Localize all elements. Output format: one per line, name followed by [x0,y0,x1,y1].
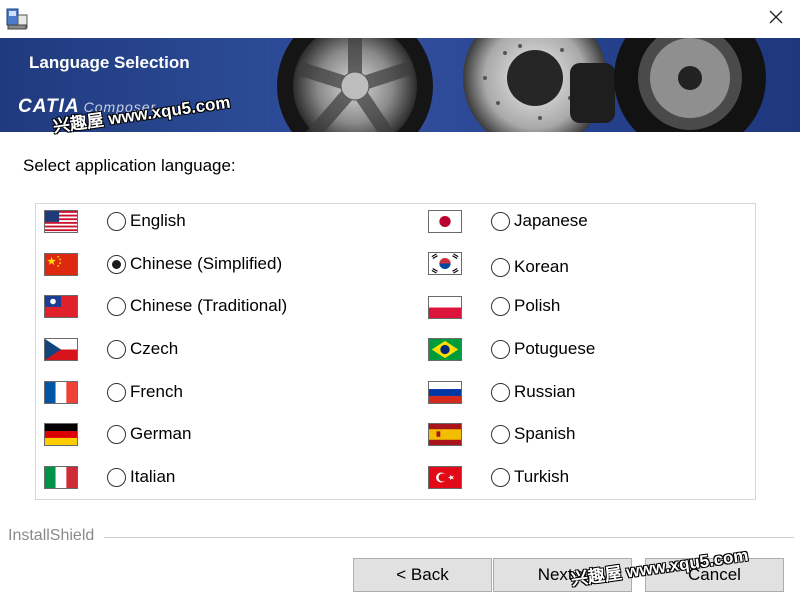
radio-japanese[interactable] [491,212,510,231]
installer-app-icon [4,6,30,32]
language-option-korean[interactable]: Korean [421,251,751,281]
taiwan-flag-icon [44,295,78,318]
close-button[interactable] [752,0,800,38]
language-label: Chinese (Simplified) [130,254,283,273]
language-prompt: Select application language: [23,156,236,175]
language-label: Russian [514,382,576,401]
language-group: English Chinese (Simplified) Chinese (Tr… [35,203,756,500]
language-label: Turkish [514,467,570,486]
radio-russian[interactable] [491,383,510,402]
radio-spanish[interactable] [491,425,510,444]
brazil-flag-icon [428,338,462,361]
banner-title: Language Selection [29,53,190,72]
language-option-chinese-simplified[interactable]: Chinese (Simplified) [36,249,396,279]
russia-flag-icon [428,381,462,404]
japan-flag-icon [428,210,462,233]
installshield-brand: InstallShield [8,527,95,544]
language-option-russian[interactable]: Russian [421,377,751,407]
radio-polish[interactable] [491,297,510,316]
us-flag-icon [44,210,78,233]
radio-czech[interactable] [107,340,126,359]
language-option-polish[interactable]: Polish [421,291,751,321]
radio-korean[interactable] [491,258,510,277]
italy-flag-icon [44,466,78,489]
radio-french[interactable] [107,383,126,402]
language-label: Czech [130,339,179,358]
radio-turkish[interactable] [491,468,510,487]
language-label: Italian [130,467,176,486]
china-flag-icon [44,253,78,276]
banner-wheel-image [270,38,800,132]
language-label: Japanese [514,211,588,230]
poland-flag-icon [428,296,462,319]
language-label: Polish [514,296,561,315]
germany-flag-icon [44,423,78,446]
language-label: Chinese (Traditional) [130,296,288,315]
language-option-chinese-traditional[interactable]: Chinese (Traditional) [36,291,396,321]
radio-chinese-simplified[interactable] [107,255,126,274]
radio-english[interactable] [107,212,126,231]
language-option-turkish[interactable]: Turkish [421,462,751,492]
language-option-italian[interactable]: Italian [36,462,396,492]
france-flag-icon [44,381,78,404]
turkey-flag-icon [428,466,462,489]
title-bar [0,0,800,38]
korea-flag-icon [428,252,462,275]
czech-flag-icon [44,338,78,361]
language-option-japanese[interactable]: Japanese [421,206,751,236]
language-label: Potuguese [514,339,596,358]
footer-divider [104,537,794,538]
language-option-czech[interactable]: Czech [36,334,396,364]
language-option-german[interactable]: German [36,419,396,449]
language-option-english[interactable]: English [36,206,396,236]
radio-portuguese[interactable] [491,340,510,359]
radio-chinese-traditional[interactable] [107,297,126,316]
radio-italian[interactable] [107,468,126,487]
back-button[interactable]: < Back [353,558,492,592]
language-label: English [130,211,186,230]
language-option-portuguese[interactable]: Potuguese [421,334,751,364]
language-option-spanish[interactable]: Spanish [421,419,751,449]
language-label: Spanish [514,424,576,443]
language-label: Korean [514,257,569,276]
language-option-french[interactable]: French [36,377,396,407]
language-label: German [130,424,192,443]
spain-flag-icon [428,423,462,446]
close-icon [769,10,783,29]
radio-german[interactable] [107,425,126,444]
language-label: French [130,382,183,401]
